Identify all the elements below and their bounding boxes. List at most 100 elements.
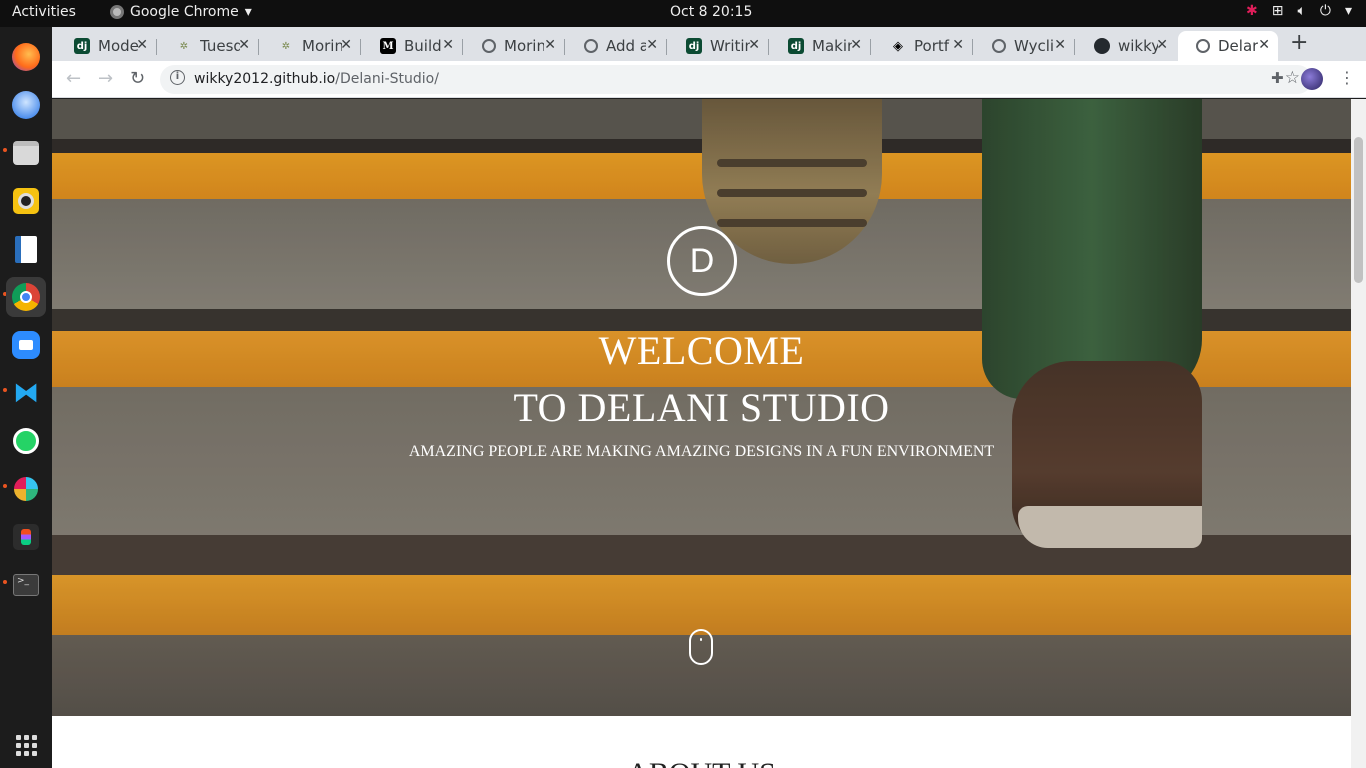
- close-icon[interactable]: ✕: [646, 37, 658, 53]
- clock[interactable]: Oct 8 20:15: [670, 4, 752, 20]
- figma-icon: [13, 524, 39, 550]
- page-scrollbar[interactable]: [1351, 99, 1366, 768]
- tab-0[interactable]: dj Mode ✕: [56, 31, 157, 61]
- palm-icon: ✲: [179, 40, 189, 52]
- dock-show-apps[interactable]: [6, 725, 46, 765]
- dock-firefox[interactable]: [6, 37, 46, 77]
- chevron-down-icon[interactable]: ▾: [1345, 3, 1352, 19]
- tab-label: Wycli: [1014, 37, 1054, 55]
- power-icon[interactable]: ⏻: [1320, 3, 1331, 19]
- activities-button[interactable]: Activities: [12, 4, 76, 20]
- dock: ⧓ >_: [0, 27, 52, 768]
- dock-rhythmbox[interactable]: [6, 181, 46, 221]
- globe-icon: [584, 39, 598, 53]
- dock-slack[interactable]: [6, 469, 46, 509]
- close-icon[interactable]: ✕: [1258, 37, 1270, 53]
- dock-writer[interactable]: [6, 229, 46, 269]
- tab-9[interactable]: Wycli ✕: [974, 31, 1075, 61]
- chrome-icon: [110, 5, 124, 19]
- tab-label: Morin: [302, 37, 342, 55]
- slack-icon: [14, 477, 38, 501]
- tab-6[interactable]: dj Writin ✕: [668, 31, 769, 61]
- rhythmbox-icon: [13, 188, 39, 214]
- django-icon: dj: [788, 38, 804, 54]
- close-icon[interactable]: ✕: [238, 37, 250, 53]
- system-top-bar: Activities Google Chrome ▾ Oct 8 20:15 ✱…: [0, 0, 1366, 27]
- app-menu[interactable]: Google Chrome ▾: [110, 4, 252, 20]
- browser-toolbar: ← → ↻ i wikky2012.github.io/Delani-Studi…: [52, 61, 1366, 98]
- hero-title-line1: WELCOME: [598, 328, 805, 373]
- profile-avatar[interactable]: [1301, 68, 1323, 90]
- close-icon[interactable]: ✕: [748, 37, 760, 53]
- new-tab-button[interactable]: +: [1290, 30, 1308, 55]
- bookmark-star-icon[interactable]: ☆: [1285, 68, 1300, 88]
- tab-3[interactable]: M Build ✕: [362, 31, 463, 61]
- close-icon[interactable]: ✕: [544, 37, 556, 53]
- palm-icon: ✲: [281, 40, 291, 52]
- zoom-icon: [12, 331, 40, 359]
- tab-label: Writin: [710, 37, 750, 55]
- dock-thunderbird[interactable]: [6, 85, 46, 125]
- app-grid-icon: [15, 734, 37, 756]
- thunderbird-icon: [12, 91, 40, 119]
- tab-10[interactable]: wikky ✕: [1076, 31, 1176, 61]
- dock-zoom[interactable]: [6, 325, 46, 365]
- tab-label: Portf: [914, 37, 950, 55]
- close-icon[interactable]: ✕: [1156, 37, 1168, 53]
- globe-icon: [1196, 39, 1210, 53]
- page-viewport: D WELCOME TO DELANI STUDIO AMAZING PEOPL…: [52, 99, 1366, 768]
- dock-chrome[interactable]: [6, 277, 46, 317]
- scroll-mouse-icon[interactable]: [689, 629, 713, 665]
- close-icon[interactable]: ✕: [136, 37, 148, 53]
- tab-2[interactable]: ✲ Morin ✕: [260, 31, 361, 61]
- forward-button[interactable]: →: [98, 68, 113, 89]
- back-button[interactable]: ←: [66, 68, 81, 89]
- info-icon[interactable]: i: [170, 70, 185, 85]
- slack-tray-icon[interactable]: ✱: [1246, 3, 1258, 19]
- scrollbar-thumb[interactable]: [1354, 137, 1363, 283]
- tab-label: Delar: [1218, 37, 1258, 55]
- dock-whatsapp[interactable]: [6, 421, 46, 461]
- django-icon: dj: [686, 38, 702, 54]
- tab-label: wikky: [1118, 37, 1158, 55]
- tab-7[interactable]: dj Makin ✕: [770, 31, 871, 61]
- tab-strip: dj Mode ✕ ✲ Tuesd ✕ ✲ Morin ✕ M Build ✕ …: [52, 27, 1366, 61]
- close-icon[interactable]: ✕: [340, 37, 352, 53]
- writer-icon: [15, 235, 37, 263]
- dock-terminal[interactable]: >_: [6, 565, 46, 605]
- tab-label: Build: [404, 37, 442, 55]
- tab-11-active[interactable]: Delar ✕: [1178, 31, 1278, 61]
- django-icon: dj: [74, 38, 90, 54]
- about-heading: ABOUT US: [52, 757, 1351, 768]
- close-icon[interactable]: ✕: [1054, 37, 1066, 53]
- dock-figma[interactable]: [6, 517, 46, 557]
- tab-label: Add a: [606, 37, 646, 55]
- volume-icon[interactable]: 🔈︎: [1297, 3, 1305, 19]
- menu-kebab-icon[interactable]: ⋮: [1339, 68, 1355, 87]
- whatsapp-icon: [13, 428, 39, 454]
- close-icon[interactable]: ✕: [952, 37, 964, 53]
- firefox-icon: [12, 43, 40, 71]
- close-icon[interactable]: ✕: [850, 37, 862, 53]
- address-bar[interactable]: i wikky2012.github.io/Delani-Studio/ ☆: [160, 65, 1312, 94]
- tab-4[interactable]: Morin ✕: [464, 31, 565, 61]
- dock-vscode[interactable]: ⧓: [6, 373, 46, 413]
- network-icon[interactable]: ⊞: [1272, 3, 1284, 19]
- app-name: Google Chrome: [130, 4, 239, 20]
- tab-label: Morin: [504, 37, 544, 55]
- terminal-icon: >_: [13, 574, 39, 596]
- globe-icon: [482, 39, 496, 53]
- system-tray[interactable]: ✱ ⊞ 🔈︎ ⏻ ▾: [1246, 3, 1352, 19]
- tab-label: Makin: [812, 37, 852, 55]
- tab-label: Mode: [98, 37, 138, 55]
- reload-button[interactable]: ↻: [130, 68, 145, 89]
- extensions-puzzle-icon[interactable]: ✚: [1271, 69, 1284, 87]
- tab-8[interactable]: ◈ Portf ✕: [872, 31, 973, 61]
- tab-1[interactable]: ✲ Tuesd ✕: [158, 31, 259, 61]
- tab-5[interactable]: Add a ✕: [566, 31, 667, 61]
- url-text[interactable]: wikky2012.github.io/Delani-Studio/: [194, 71, 439, 87]
- globe-icon: [992, 39, 1006, 53]
- dock-files[interactable]: [6, 133, 46, 173]
- close-icon[interactable]: ✕: [442, 37, 454, 53]
- vscode-icon: ⧓: [13, 378, 39, 408]
